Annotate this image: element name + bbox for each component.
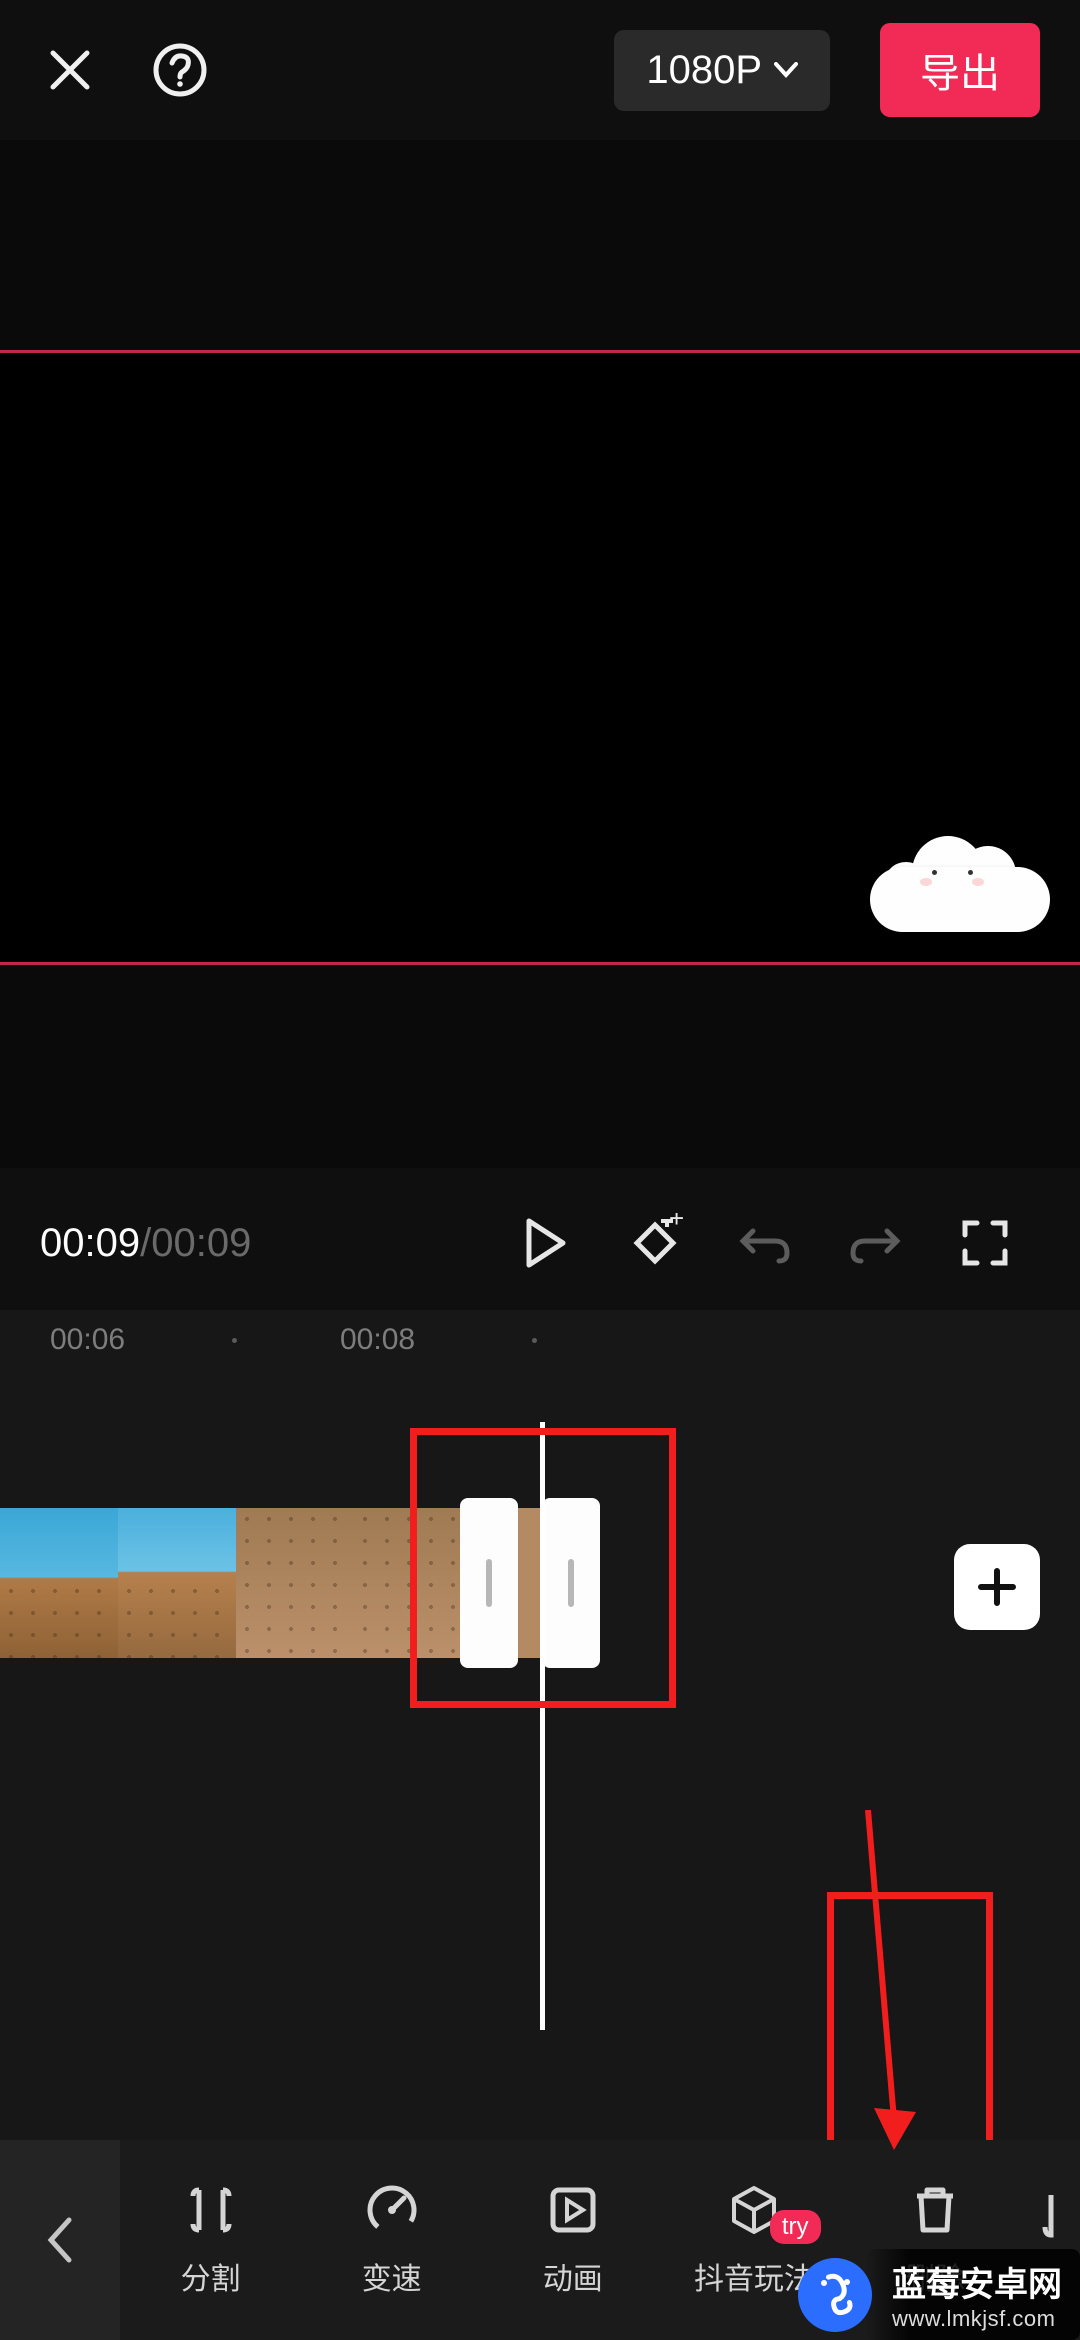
partial-icon [1033,2187,1073,2243]
annotation-highlight-clip [410,1428,676,1708]
redo-button[interactable] [820,1203,930,1283]
clip-thumbnail[interactable] [236,1508,354,1658]
fullscreen-button[interactable] [930,1203,1040,1283]
watermark-logo [798,2258,872,2332]
trash-icon [907,2182,963,2238]
animation-icon [545,2182,601,2238]
timeline-ruler: 00:06 00:08 [0,1310,1080,1370]
try-badge: try [770,2210,821,2244]
time-separator: / [140,1221,151,1266]
watermark: 蓝莓安卓网 www.lmkjsf.com [798,2249,1080,2340]
resolution-label: 1080P [646,48,762,93]
ruler-mark: 00:06 [50,1323,125,1357]
ruler-mark: 00:08 [340,1323,415,1357]
chevron-down-icon [774,62,798,78]
clip-thumbnail[interactable] [0,1508,118,1658]
tool-label: 动画 [543,2254,603,2298]
preview-area [0,140,1080,1168]
speed-icon [364,2182,420,2238]
tool-label: 抖音玩法 [694,2254,814,2298]
transport-bar: 00:09 / 00:09 + [0,1188,1080,1298]
ruler-dot [532,1338,537,1343]
watermark-url: www.lmkjsf.com [892,2306,1055,2332]
cloud-sticker [870,822,1050,932]
tool-label: 分割 [181,2254,241,2298]
current-time: 00:09 [40,1221,140,1266]
add-clip-button[interactable] [954,1544,1040,1630]
svg-text:+: + [669,1213,684,1233]
play-button[interactable] [490,1203,600,1283]
undo-button[interactable] [710,1203,820,1283]
top-bar: 1080P 导出 [0,0,1080,140]
help-icon[interactable] [150,40,210,100]
clip-thumbnail[interactable] [118,1508,236,1658]
split-icon [183,2182,239,2238]
preview-frame[interactable] [0,350,1080,965]
export-label: 导出 [920,52,1000,96]
tool-speed[interactable]: 变速 [301,2182,482,2298]
track-area[interactable] [0,1370,1080,1930]
annotation-highlight-delete [827,1892,993,2140]
ruler-dot [232,1338,237,1343]
tool-label: 变速 [362,2254,422,2298]
keyframe-button[interactable]: + [600,1203,710,1283]
tool-animation[interactable]: 动画 [482,2182,663,2298]
tool-split[interactable]: 分割 [120,2182,301,2298]
export-button[interactable]: 导出 [880,23,1040,117]
total-time: 00:09 [151,1221,251,1266]
back-button[interactable] [0,2140,120,2340]
timeline[interactable]: 00:06 00:08 [0,1310,1080,2140]
watermark-title: 蓝莓安卓网 [892,2257,1062,2306]
close-icon[interactable] [40,40,100,100]
resolution-button[interactable]: 1080P [614,30,830,111]
